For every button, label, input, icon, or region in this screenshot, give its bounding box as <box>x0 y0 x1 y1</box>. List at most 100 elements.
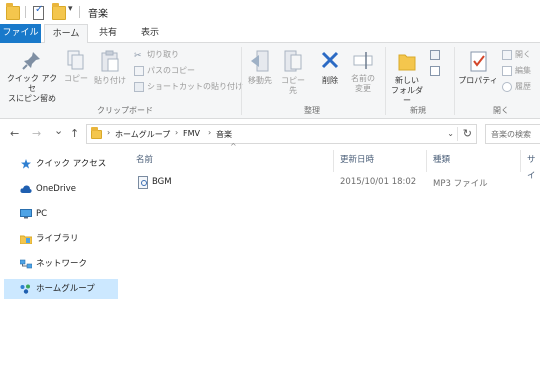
cut-button[interactable]: ✂ 切り取り <box>134 49 179 61</box>
address-dropdown-button[interactable]: ⌄ <box>447 129 454 138</box>
nav-item-label: ネットワーク <box>36 259 88 269</box>
tab-home[interactable]: ホーム <box>44 24 88 44</box>
delete-x-icon <box>321 51 339 69</box>
edit-button[interactable]: 編集 <box>502 65 531 77</box>
address-bar-row: ← → ⌄ ↑ › ホームグループ › FMV › 音楽 ⌄ ↻ 音楽の検索 <box>0 119 540 148</box>
monitor-icon <box>20 209 32 219</box>
open-button[interactable]: 開く <box>502 49 531 61</box>
column-header-size[interactable]: サイ <box>527 152 540 181</box>
search-input[interactable]: 音楽の検索 <box>485 124 540 144</box>
breadcrumb-separator[interactable]: › <box>107 128 110 137</box>
new-item-icon <box>430 49 440 60</box>
pin-label-line2: スにピン留め <box>8 94 56 103</box>
copy-button[interactable]: コピー <box>62 49 90 84</box>
copy-path-button[interactable]: パスのコピー <box>134 65 195 77</box>
organize-group-label: 整理 <box>304 106 320 115</box>
divider <box>385 47 386 115</box>
new-folder-button[interactable]: 新しい フォルダー <box>388 49 426 106</box>
paste-shortcut-button[interactable]: ショートカットの貼り付け <box>134 81 243 93</box>
ribbon: クイック アクセ スにピン留め コピー 貼り付け ✂ 切り取り パスのコピー ショ… <box>0 43 540 119</box>
properties-check-icon[interactable] <box>33 4 44 20</box>
divider <box>79 6 80 18</box>
easy-access-button[interactable] <box>430 65 443 77</box>
nav-item-library[interactable]: ライブラリ <box>4 229 118 249</box>
nav-item-label: OneDrive <box>36 184 76 194</box>
rename-icon <box>353 52 373 69</box>
pin-label-line1: クイック アクセ <box>6 74 58 93</box>
mp3-file-icon <box>138 176 148 189</box>
tab-file[interactable]: ファイル <box>0 24 41 43</box>
copy-path-icon <box>134 65 144 76</box>
delete-label: 削除 <box>322 76 338 85</box>
copy-to-button[interactable]: コピー先 <box>278 49 308 96</box>
edit-icon <box>502 65 512 76</box>
copy-path-label: パスのコピー <box>147 66 195 75</box>
column-header-name[interactable]: 名前 <box>136 152 153 168</box>
open-group-label: 開く <box>493 106 509 115</box>
copy-to-label: コピー先 <box>281 76 305 95</box>
delete-button[interactable]: 削除 <box>318 49 342 86</box>
refresh-button[interactable]: ↻ <box>463 127 472 140</box>
nav-item-pc[interactable]: PC <box>4 204 118 224</box>
nav-item-label: ライブラリ <box>36 234 79 244</box>
move-to-label: 移動先 <box>248 76 272 85</box>
paste-shortcut-label: ショートカットの貼り付け <box>147 82 243 91</box>
breadcrumb-fmv[interactable]: FMV <box>183 129 200 138</box>
divider <box>241 47 242 115</box>
history-button[interactable]: 履歴 <box>502 81 531 93</box>
new-item-button[interactable] <box>430 49 443 61</box>
ribbon-tab-bar: ファイル ホーム 共有 表示 <box>0 24 540 44</box>
nav-item-homegroup[interactable]: ホームグループ <box>4 279 118 299</box>
address-field[interactable]: › ホームグループ › FMV › 音楽 ⌄ ↻ <box>86 124 477 144</box>
column-divider[interactable] <box>333 150 334 172</box>
rename-button[interactable]: 名前の 変更 <box>348 49 378 94</box>
customize-dropdown-icon[interactable]: ▾ <box>68 4 73 18</box>
navigation-pane: クイック アクセス OneDrive PC ライブラリ ネットワーク ホームグル… <box>0 148 122 367</box>
back-button[interactable]: ← <box>10 127 19 140</box>
properties-label: プロパティ <box>458 76 498 85</box>
breadcrumb-homegroup[interactable]: ホームグループ <box>115 129 170 140</box>
move-to-button[interactable]: 移動先 <box>244 49 276 86</box>
paste-shortcut-icon <box>134 81 144 92</box>
copy-label: コピー <box>64 74 88 83</box>
breadcrumb-separator[interactable]: › <box>175 128 178 137</box>
rename-label-line1: 名前の <box>351 74 375 83</box>
new-group-label: 新規 <box>410 106 426 115</box>
breadcrumb-music[interactable]: 音楽 <box>216 129 232 140</box>
column-header-type[interactable]: 種類 <box>433 152 450 168</box>
sort-indicator-icon: ^ <box>230 142 237 151</box>
column-divider[interactable] <box>520 150 521 172</box>
breadcrumb-separator[interactable]: › <box>208 128 211 137</box>
nav-item-onedrive[interactable]: OneDrive <box>4 179 118 199</box>
up-button[interactable]: ↑ <box>70 127 79 140</box>
open-icon <box>502 49 512 60</box>
pin-quick-access-button[interactable]: クイック アクセ スにピン留め <box>4 49 60 104</box>
nav-item-quick-access[interactable]: クイック アクセス <box>4 154 118 174</box>
properties-icon <box>470 51 487 72</box>
column-header-modified[interactable]: 更新日時 <box>340 152 374 168</box>
file-modified: 2015/10/01 18:02 <box>340 177 417 187</box>
nav-item-label: PC <box>36 209 48 219</box>
clipboard-group-label: クリップボード <box>97 106 153 115</box>
folder-icon <box>91 127 102 139</box>
paste-icon <box>101 50 119 72</box>
paste-button[interactable]: 貼り付け <box>92 49 128 86</box>
tab-share[interactable]: 共有 <box>92 24 124 43</box>
column-divider[interactable] <box>426 150 427 172</box>
nav-item-label: ホームグループ <box>36 284 95 294</box>
tab-view[interactable]: 表示 <box>132 24 168 43</box>
forward-button[interactable]: → <box>32 127 41 140</box>
divider <box>457 127 458 141</box>
new-folder-label-line2: フォルダー <box>391 86 423 105</box>
title-bar: ▾ 音楽 <box>0 0 540 24</box>
nav-item-label: クイック アクセス <box>36 159 107 169</box>
new-folder-icon[interactable] <box>52 3 66 20</box>
window-title: 音楽 <box>88 9 108 20</box>
properties-button[interactable]: プロパティ <box>458 49 498 86</box>
nav-item-network[interactable]: ネットワーク <box>4 254 118 274</box>
table-row[interactable]: BGM 2015/10/01 18:02 MP3 ファイル <box>130 174 540 192</box>
copy-icon <box>67 50 84 70</box>
history-icon <box>502 81 512 92</box>
star-icon <box>21 159 31 169</box>
recent-locations-button[interactable]: ⌄ <box>54 124 63 137</box>
